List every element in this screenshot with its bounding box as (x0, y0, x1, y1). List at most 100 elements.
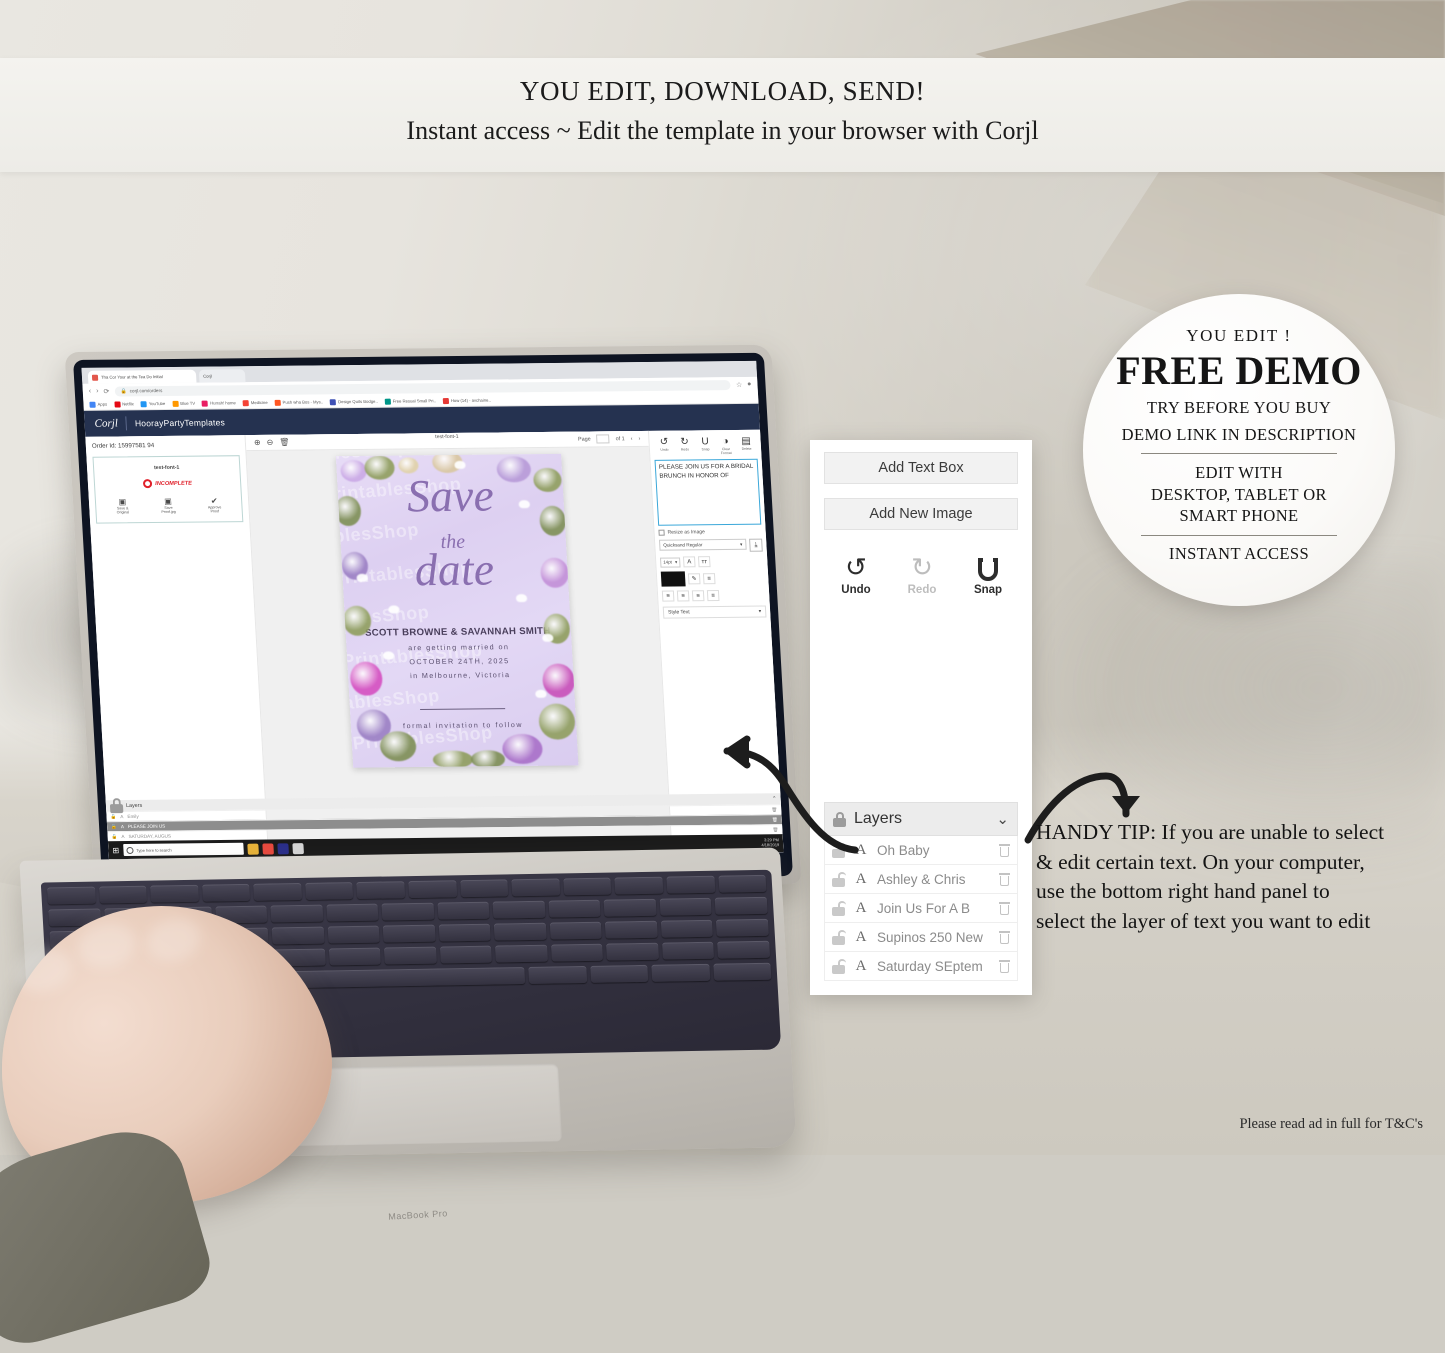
chevron-down-icon[interactable]: ⌄ (996, 810, 1009, 828)
next-page-icon[interactable]: › (638, 436, 640, 442)
add-new-image-button[interactable]: Add New Image (824, 498, 1018, 530)
layer-unlock-icon[interactable] (832, 958, 846, 974)
browser-tab-second[interactable]: Corjl (198, 369, 246, 383)
align-left-icon[interactable]: ≡ (661, 590, 675, 602)
font-family-value: Quicksand Regular (663, 542, 703, 548)
prev-page-icon[interactable]: ‹ (631, 436, 633, 442)
bookmark-item[interactable]: How (14) - avchaine.. (442, 397, 491, 404)
page-number-input[interactable] (596, 434, 610, 444)
resize-as-image-row[interactable]: Resize as Image (658, 529, 761, 536)
bookmark-item[interactable]: Netflix (113, 400, 134, 408)
status-dot-icon (142, 479, 153, 489)
align-right-icon[interactable]: ≡ (691, 590, 705, 602)
order-action[interactable]: ✔ Approve Proof (207, 496, 222, 514)
bookmark-item[interactable]: YouTube (140, 400, 166, 407)
screen-layer-lock-icon[interactable]: 🔓 (111, 824, 117, 830)
bookmark-item[interactable]: Push wha Bos - Mys.. (274, 399, 323, 406)
delete-layer-icon[interactable] (999, 959, 1010, 973)
browser-tab-active[interactable]: Tha Cor Your at the Tea Do Initial (87, 369, 197, 384)
delete-layer-icon[interactable] (999, 872, 1010, 886)
editor-tool[interactable]: ◑ Clear Format (716, 436, 736, 455)
align-justify-icon[interactable]: ≡ (706, 590, 720, 602)
bookmark-item[interactable]: Medicine (242, 399, 268, 406)
order-action[interactable]: ▣ Save Proof.jpg (161, 497, 176, 514)
editor-tool[interactable]: ↺ Undo (654, 437, 674, 456)
reload-icon[interactable]: ⟳ (103, 387, 109, 395)
taskbar-icon-mail[interactable] (292, 842, 304, 854)
start-button-icon[interactable]: ⊞ (112, 846, 119, 855)
delete-layer-icon[interactable] (999, 930, 1010, 944)
butterfly-icon (387, 605, 400, 614)
layer-row[interactable]: A Supinos 250 New (824, 923, 1018, 952)
editor-tool[interactable]: ▤ Delete (736, 436, 756, 455)
screen-layers-chevron-icon[interactable]: ⌃ (772, 796, 777, 802)
zoom-out-icon[interactable]: ⊖ (266, 438, 273, 447)
screen-layer-delete-icon[interactable]: 🗑 (772, 817, 778, 823)
snap-button[interactable]: Snap (966, 552, 1010, 596)
text-color-swatch[interactable] (660, 571, 686, 587)
layer-unlock-icon[interactable] (832, 871, 846, 887)
screen-layer-delete-icon[interactable]: 🗑 (772, 827, 778, 833)
layer-row[interactable]: A Ashley & Chris (824, 865, 1018, 894)
delete-icon[interactable]: 🗑 (279, 438, 290, 447)
download-font-icon[interactable]: ⤓ (749, 538, 763, 552)
order-action-line2: Proof (210, 509, 220, 514)
redo-button[interactable]: ↻ Redo (900, 552, 944, 596)
decrease-font-icon[interactable]: ᴛᴛ (697, 556, 711, 568)
back-icon[interactable]: ‹ (89, 388, 92, 395)
layer-row[interactable]: A Oh Baby (824, 836, 1018, 865)
taskbar-search[interactable]: Type here to search (122, 842, 244, 857)
taskbar-icon-chrome[interactable] (262, 842, 274, 855)
zoom-in-icon[interactable]: ⊕ (254, 438, 261, 447)
corjl-editor: Order Id: 15997581 94 test-font-1 INCOMP… (85, 429, 784, 860)
text-editor-textarea[interactable]: PLEASE JOIN US FOR A BRIDAL BRUNCH IN HO… (654, 458, 762, 526)
style-text-select[interactable]: Style Text ▾ (662, 605, 767, 619)
keyboard-key (606, 942, 659, 961)
bookmark-item[interactable]: Apps (89, 401, 107, 408)
order-actions: ▣ Save & Original ▣ Save Proof.jpg ✔ Approve Pro… (100, 496, 238, 515)
forward-icon[interactable]: › (96, 388, 99, 395)
layer-unlock-icon[interactable] (832, 842, 846, 858)
order-action[interactable]: ▣ Save & Original (116, 497, 130, 514)
editor-tool[interactable]: ↻ Redo (675, 436, 695, 455)
layer-unlock-icon[interactable] (832, 900, 846, 916)
invitation-card[interactable]: InvitePrintablesShop InvitePrintablesShop… (335, 453, 578, 768)
font-size-input[interactable]: 14pt ▾ (659, 556, 681, 568)
layer-row[interactable]: A Join Us For A B (824, 894, 1018, 923)
editor-tool[interactable]: U Snap (695, 436, 715, 455)
badge-you-edit: YOU EDIT ! (1186, 326, 1292, 345)
butterfly-icon (534, 689, 547, 698)
undo-button[interactable]: ↺ Undo (834, 552, 878, 596)
font-size-row: 14pt ▾ A ᴛᴛ (659, 556, 764, 568)
eyedropper-icon[interactable]: ✎ (687, 573, 701, 585)
laptop: Tha Cor Your at the Tea Do Initial Corjl… (0, 330, 802, 1353)
resize-checkbox[interactable] (658, 529, 665, 536)
taskbar-icon-app[interactable] (277, 842, 289, 854)
screen-layer-delete-icon[interactable]: 🗑 (771, 807, 777, 813)
screen-layer-lock-icon[interactable]: 🔓 (112, 834, 118, 840)
layer-row[interactable]: A Saturday SEptem (824, 952, 1018, 981)
layers-header[interactable]: Layers ⌄ (824, 802, 1018, 836)
star-icon[interactable]: ☆ (736, 380, 743, 388)
taskbar-icon-explorer[interactable] (246, 843, 259, 855)
delete-layer-icon[interactable] (999, 843, 1010, 857)
layer-name: Ashley & Chris (877, 871, 966, 887)
keyboard-key (384, 946, 437, 965)
bookmark-item[interactable]: Blue TV (172, 400, 195, 407)
bookmark-item[interactable]: Design Quits Bodge.. (329, 398, 378, 405)
screen-layer-type-icon: A (120, 824, 125, 830)
order-card[interactable]: test-font-1 INCOMPLETE ▣ Save & Original ▣ S… (92, 455, 244, 524)
layer-unlock-icon[interactable] (832, 929, 846, 945)
align-center-icon[interactable]: ≡ (676, 590, 690, 602)
bookmark-item[interactable]: Hurrah! home (201, 400, 236, 407)
increase-font-icon[interactable]: A (682, 556, 696, 568)
add-text-box-button[interactable]: Add Text Box (824, 452, 1018, 484)
font-family-select[interactable]: Quicksand Regular ▾ (658, 538, 747, 551)
line-height-icon[interactable]: ≡ (702, 573, 716, 585)
bookmark-item[interactable]: Free Resual Small Pri.. (384, 398, 436, 405)
profile-icon[interactable]: ● (747, 381, 752, 388)
cortana-icon (125, 846, 134, 854)
delete-layer-icon[interactable] (999, 901, 1010, 915)
screen-layer-lock-icon[interactable]: 🔓 (110, 814, 116, 820)
taskbar-clock: 3:29 PM 4/18/2019 (761, 837, 779, 848)
